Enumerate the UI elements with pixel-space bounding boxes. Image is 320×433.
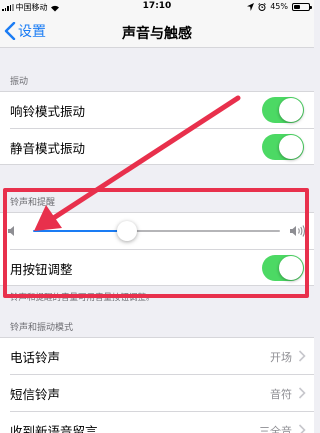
status-right: 45%	[247, 2, 312, 11]
section-header-ringer: 铃声和提醒	[10, 198, 56, 208]
ringtone-row[interactable]: 电话铃声 开场	[0, 338, 314, 375]
ring-vibrate-row: 响铃模式振动	[0, 92, 314, 129]
toggle-knob	[279, 135, 303, 159]
volume-slider-track[interactable]	[126, 230, 280, 232]
volume-slider-fill	[33, 230, 127, 232]
battery-icon	[292, 2, 312, 11]
voicemail-row[interactable]: 收到新语音留言 三全音	[0, 412, 314, 433]
chevron-right-icon	[298, 350, 306, 362]
voicemail-label: 收到新语音留言	[10, 424, 98, 433]
battery-fill	[294, 4, 301, 9]
navigation-bar: 设置 声音与触感	[0, 14, 314, 48]
ringtone-label: 电话铃声	[10, 350, 61, 365]
battery-percent: 45%	[270, 2, 288, 11]
change-with-buttons-label: 用按钮调整	[10, 262, 73, 277]
silent-vibrate-toggle[interactable]	[262, 134, 304, 160]
vibrate-group: 响铃模式振动 静音模式振动	[0, 91, 314, 165]
voicemail-value: 三全音	[259, 425, 292, 433]
status-bar: 中国移动 17:10 45%	[0, 0, 314, 14]
volume-slider-row	[0, 213, 314, 250]
text-tone-row[interactable]: 短信铃声 音符	[0, 375, 314, 412]
patterns-group: 电话铃声 开场 短信铃声 音符 收到新语音留言 三全音	[0, 337, 314, 433]
text-tone-label: 短信铃声	[10, 387, 61, 402]
section-header-patterns: 铃声和振动模式	[10, 323, 74, 333]
silent-vibrate-row: 静音模式振动	[0, 129, 314, 165]
change-with-buttons-toggle[interactable]	[262, 255, 304, 281]
toggle-knob	[279, 256, 303, 280]
section-header-vibrate: 振动	[10, 77, 29, 87]
toggle-knob	[279, 98, 303, 122]
volume-low-icon	[8, 226, 14, 236]
ringer-group: 用按钮调整	[0, 212, 314, 286]
change-with-buttons-row: 用按钮调整	[0, 250, 314, 286]
page-title: 声音与触感	[122, 26, 192, 42]
silent-vibrate-label: 静音模式振动	[10, 141, 86, 156]
alarm-icon	[258, 2, 266, 11]
ring-vibrate-label: 响铃模式振动	[10, 104, 86, 119]
ringtone-value: 开场	[270, 351, 292, 364]
location-icon	[247, 2, 255, 11]
volume-high-icon	[290, 225, 306, 237]
ring-vibrate-toggle[interactable]	[262, 97, 304, 123]
ringer-footer-note: 铃声和提醒的音量可用音量按钮调整。	[10, 293, 155, 303]
volume-slider-thumb[interactable]	[116, 221, 137, 241]
chevron-right-icon	[298, 424, 306, 433]
chevron-right-icon	[298, 387, 306, 399]
text-tone-value: 音符	[270, 388, 292, 401]
